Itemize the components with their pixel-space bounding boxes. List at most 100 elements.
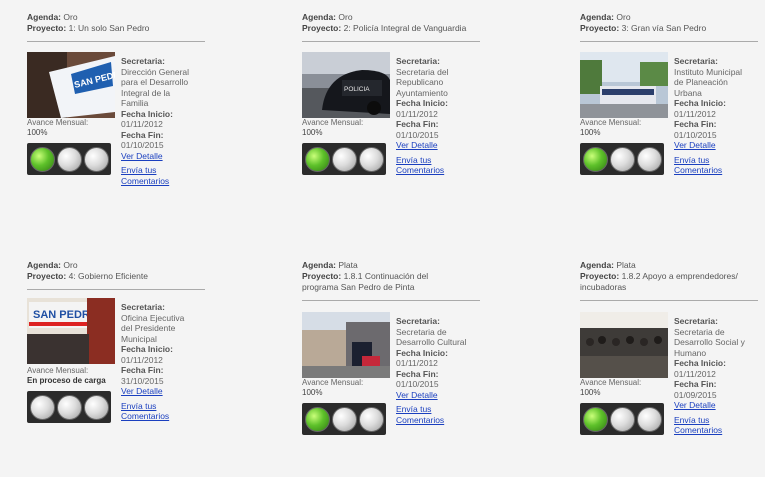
- envia-comentarios-link[interactable]: Envía tus Comentarios: [121, 165, 207, 186]
- ver-detalle-link[interactable]: Ver Detalle: [674, 400, 760, 411]
- avance-value: 100%: [580, 128, 601, 137]
- project-photo: [302, 312, 390, 378]
- avance-label: Avance Mensual:: [27, 118, 89, 127]
- divider: [302, 300, 480, 301]
- proyecto-label: Proyecto:: [27, 23, 67, 33]
- divider: [27, 41, 205, 42]
- light-off: [57, 395, 82, 420]
- secretaria-label: Secretaria:: [674, 316, 718, 326]
- fecha-fin-value: 01/09/2015: [674, 389, 717, 400]
- proyecto-label: Proyecto:: [27, 271, 67, 281]
- projects-page: Agenda: Oro Proyecto: 1: Un solo San Ped…: [0, 0, 765, 477]
- secretaria-label: Secretaria:: [674, 56, 718, 66]
- agenda-value: Oro: [338, 12, 353, 22]
- avance-value: 100%: [302, 128, 323, 137]
- secretaria-label: Secretaria:: [396, 316, 440, 326]
- avance-block: Avance Mensual: 100%: [27, 118, 119, 138]
- secretaria-line: Urbana: [674, 87, 702, 98]
- traffic-light-indicator: [302, 403, 386, 435]
- light-green: [583, 407, 608, 432]
- secretaria-line: Oficina Ejecutiva: [121, 312, 185, 323]
- envia-line: Envía tus: [121, 165, 157, 175]
- fecha-inicio-label: Fecha Inicio:: [396, 98, 448, 108]
- fecha-fin-value: 31/10/2015: [121, 375, 164, 386]
- proyecto-value: 3: Gran vía San Pedro: [621, 23, 707, 33]
- proyecto-value-cont: programa San Pedro de Pinta: [302, 282, 415, 292]
- avance-status: En proceso de carga: [27, 376, 106, 385]
- light-green: [583, 147, 608, 172]
- fecha-inicio-value: 01/11/2012: [396, 108, 438, 119]
- proyecto-value-cont: incubadoras: [580, 282, 627, 292]
- fecha-fin-value: 01/10/2015: [396, 379, 439, 389]
- agenda-label: Agenda:: [27, 260, 61, 270]
- envia-line: Envía tus: [674, 414, 710, 425]
- card-header: Agenda: Plata Proyecto: 1.8.2 Apoyo a em…: [580, 260, 760, 293]
- traffic-light-indicator: [27, 143, 111, 175]
- envia-comentarios-link[interactable]: Envía tus Comentarios: [396, 404, 482, 425]
- envia-line: Envía tus: [674, 154, 710, 165]
- secretaria-line: Dirección General: [121, 66, 190, 77]
- project-card: Agenda: Plata Proyecto: 1.8.2 Apoyo a em…: [580, 260, 760, 470]
- proyecto-value: 1: Un solo San Pedro: [68, 23, 150, 33]
- fecha-fin-value: 01/10/2015: [396, 129, 439, 140]
- envia-comentarios-link[interactable]: Envía tus Comentarios: [674, 155, 760, 176]
- ver-detalle-link[interactable]: Ver Detalle: [674, 140, 760, 151]
- light-off: [359, 147, 384, 172]
- secretaria-line: del Presidente: [121, 323, 176, 333]
- secretaria-label: Secretaria:: [396, 56, 440, 66]
- fecha-fin-label: Fecha Fin:: [396, 119, 439, 129]
- envia-comentarios-link[interactable]: Envía tus Comentarios: [121, 401, 207, 422]
- secretaria-line: Secretaria de: [674, 326, 725, 337]
- project-card: Agenda: Oro Proyecto: 1: Un solo San Ped…: [27, 12, 207, 232]
- light-off: [610, 147, 635, 172]
- comentarios-line: Comentarios: [121, 175, 170, 186]
- proyecto-label: Proyecto:: [302, 271, 342, 281]
- fecha-inicio-value: 01/11/2012: [674, 108, 716, 119]
- project-info: Secretaria: Secretaria de Desarrollo Soc…: [674, 316, 760, 436]
- ver-detalle-link[interactable]: Ver Detalle: [121, 386, 207, 397]
- secretaria-line: Secretaria de: [396, 326, 447, 337]
- avance-value: 100%: [302, 388, 323, 397]
- secretaria-line: Desarrollo Social y: [674, 337, 745, 347]
- light-off: [359, 407, 384, 432]
- light-off: [332, 147, 357, 172]
- divider: [302, 41, 480, 42]
- avance-label: Avance Mensual:: [302, 378, 364, 387]
- agenda-value: Oro: [63, 260, 78, 270]
- avance-label: Avance Mensual:: [302, 118, 364, 127]
- comentarios-line: Comentarios: [674, 425, 723, 435]
- proyecto-value: 1.8.1 Continuación del: [343, 271, 429, 281]
- secretaria-line: de Planeación: [674, 77, 728, 87]
- comentarios-line: Comentarios: [121, 411, 170, 421]
- project-card: Agenda: Plata Proyecto: 1.8.1 Continuaci…: [302, 260, 482, 465]
- ver-detalle-link[interactable]: Ver Detalle: [396, 390, 482, 401]
- secretaria-line: Instituto Municipal: [674, 66, 743, 77]
- secretaria-line: Familia: [121, 98, 149, 108]
- fecha-fin-label: Fecha Fin:: [674, 379, 717, 389]
- avance-block: Avance Mensual: En proceso de carga: [27, 366, 119, 386]
- agenda-label: Agenda:: [302, 260, 336, 270]
- light-off: [637, 147, 662, 172]
- envia-line: Envía tus: [121, 400, 157, 411]
- agenda-value: Oro: [63, 12, 78, 22]
- photo-vehicle-text: POLICIA: [344, 86, 370, 93]
- avance-block: Avance Mensual: 100%: [580, 118, 672, 138]
- ver-detalle-link[interactable]: Ver Detalle: [121, 151, 207, 162]
- fecha-fin-value: 01/10/2015: [121, 140, 164, 150]
- project-info: Secretaria: Oficina Ejecutiva del Presid…: [121, 302, 207, 422]
- agenda-value: Plata: [616, 260, 636, 270]
- project-photo: [580, 52, 668, 118]
- project-photo: SAN PEDRO: [27, 52, 115, 118]
- envia-comentarios-link[interactable]: Envía tus Comentarios: [396, 155, 482, 176]
- avance-block: Avance Mensual: 100%: [302, 378, 394, 398]
- envia-comentarios-link[interactable]: Envía tus Comentarios: [674, 415, 760, 436]
- traffic-light-indicator: [580, 143, 664, 175]
- card-header: Agenda: Plata Proyecto: 1.8.1 Continuaci…: [302, 260, 482, 293]
- light-off: [637, 407, 662, 432]
- agenda-value: Oro: [616, 12, 631, 22]
- ver-detalle-link[interactable]: Ver Detalle: [396, 140, 482, 151]
- light-green: [305, 407, 330, 432]
- fecha-inicio-label: Fecha Inicio:: [674, 358, 726, 368]
- secretaria-line: Republicano: [396, 77, 444, 87]
- card-header: Agenda: Oro Proyecto: 4: Gobierno Eficie…: [27, 260, 207, 282]
